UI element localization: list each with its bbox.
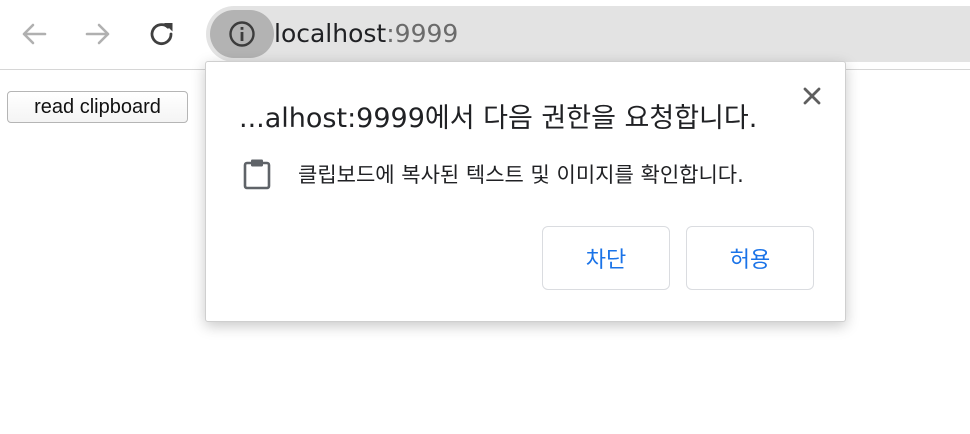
allow-button[interactable]: 허용 bbox=[686, 226, 814, 290]
close-icon bbox=[803, 87, 821, 105]
permission-popup: ...alhost:9999에서 다음 권한을 요청합니다. 클립보드에 복사된… bbox=[205, 61, 846, 322]
back-button[interactable] bbox=[12, 12, 56, 56]
arrow-right-icon bbox=[85, 23, 110, 45]
close-button[interactable] bbox=[798, 82, 826, 110]
arrow-left-icon bbox=[22, 23, 47, 45]
site-info-button[interactable] bbox=[210, 10, 274, 58]
forward-button[interactable] bbox=[76, 12, 120, 56]
url-text[interactable]: localhost:9999 bbox=[274, 6, 458, 62]
url-port: :9999 bbox=[386, 19, 459, 48]
browser-toolbar: localhost:9999 bbox=[0, 0, 970, 70]
url-host: localhost bbox=[274, 19, 387, 48]
block-button[interactable]: 차단 bbox=[542, 226, 670, 290]
address-bar[interactable]: localhost:9999 bbox=[206, 6, 970, 62]
permission-row: 클립보드에 복사된 텍스트 및 이미지를 확인합니다. bbox=[240, 156, 744, 192]
info-icon bbox=[229, 21, 255, 47]
clipboard-icon bbox=[243, 159, 271, 190]
popup-title: ...alhost:9999에서 다음 권한을 요청합니다. bbox=[239, 103, 758, 134]
permission-text: 클립보드에 복사된 텍스트 및 이미지를 확인합니다. bbox=[298, 163, 744, 187]
read-clipboard-button[interactable]: read clipboard bbox=[7, 91, 188, 123]
reload-button[interactable] bbox=[140, 12, 184, 56]
permission-icon-wrap bbox=[240, 156, 274, 192]
reload-icon bbox=[150, 23, 173, 46]
